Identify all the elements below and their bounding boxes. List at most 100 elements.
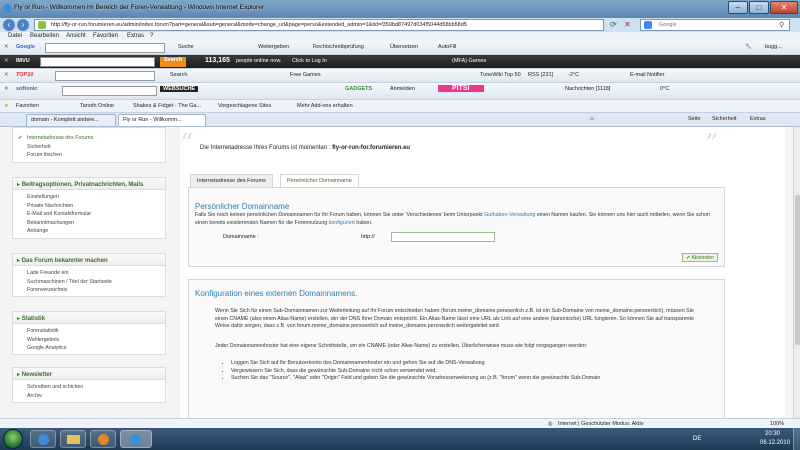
sidebar-item-google-analytics[interactable]: Google Analytics: [13, 344, 165, 353]
home-icon[interactable]: ⌂: [590, 116, 594, 122]
sidebar-item-forum-loeschen[interactable]: Forum löschen: [13, 151, 165, 160]
menu-favoriten[interactable]: Favoriten: [93, 33, 118, 39]
imvu-search-button[interactable]: Search: [160, 57, 187, 67]
top10-search-button[interactable]: Search: [170, 72, 187, 78]
forward-button[interactable]: ›: [17, 19, 29, 31]
maximize-button[interactable]: □: [749, 1, 769, 14]
sidebar-item-forenverzeichnis[interactable]: Forenverzeichnis: [13, 286, 165, 295]
imvu-toolbar: ✕ IMVU Search 113,165 people online now.…: [0, 55, 800, 69]
sidebar-item-bekanntmachungen[interactable]: Bekanntmachungen: [13, 219, 165, 228]
imvu-login-link[interactable]: Click to Log In: [292, 58, 327, 64]
softonic-anmelden[interactable]: Anmelden: [390, 86, 415, 92]
imvu-search-input[interactable]: [40, 57, 155, 67]
zoom-level[interactable]: 100%: [770, 421, 784, 427]
top10-toolbar: ✕ TOP10 Search Free Games TuneWiki Top 5…: [0, 69, 800, 83]
show-desktop-button[interactable]: [793, 428, 800, 450]
minimize-button[interactable]: –: [728, 1, 748, 14]
taskbar-media[interactable]: [90, 430, 116, 448]
search-icon[interactable]: ⚲: [779, 21, 784, 29]
softonic-websuche-button[interactable]: WEBSUCHE: [160, 86, 199, 92]
sidebar-item-private-nachrichten[interactable]: Private Nachrichten: [13, 202, 165, 211]
fav-tanoth[interactable]: Tanoth Online: [80, 103, 114, 109]
google-spellcheck-button[interactable]: Rechtschreibprüfung: [313, 44, 364, 50]
address-input[interactable]: http://fly-or-run.forumieren.eu/admin/in…: [34, 19, 604, 31]
google-share-button[interactable]: Weitergeben: [258, 44, 289, 50]
top10-free-games[interactable]: Free Games: [290, 72, 321, 78]
google-user[interactable]: bugg...: [765, 44, 782, 50]
google-icon: [644, 21, 652, 29]
top10-search-input[interactable]: [55, 71, 155, 81]
tools-menu[interactable]: Extras: [750, 116, 766, 122]
guthaben-link[interactable]: Guthaben-Verwaltung: [484, 212, 535, 218]
wrench-icon[interactable]: 🔧: [745, 44, 752, 50]
tray-lang[interactable]: DE: [693, 436, 701, 442]
sidebar-section-beitragsoptionen: ▸ Beitragsoptionen, Privatnachrichten, M…: [12, 177, 166, 239]
window-title: Fly or Run - Willkommen im Bereich der F…: [14, 4, 264, 11]
taskbar-explorer[interactable]: [60, 430, 86, 448]
absenden-button[interactable]: ✔ Absenden: [682, 253, 718, 262]
menu-datei[interactable]: Datei: [8, 33, 22, 39]
softonic-search-input[interactable]: [62, 86, 157, 96]
sidebar-item-einstellungen[interactable]: Einstellungen: [13, 193, 165, 202]
window-titlebar[interactable]: Fly or Run - Willkommen im Bereich der F…: [0, 0, 800, 18]
stop-icon[interactable]: ✕: [624, 20, 631, 29]
refresh-icon[interactable]: ⟳: [610, 20, 617, 29]
domain-text-3: haben.: [356, 219, 373, 226]
security-menu[interactable]: Sicherheit: [712, 116, 736, 122]
menu-help[interactable]: ?: [150, 33, 153, 39]
top10-rss[interactable]: RSS [231]: [528, 72, 553, 78]
sidebar-item-internetadresse[interactable]: ✔ Internetadresse des Forums: [13, 134, 165, 143]
top10-tunewiki[interactable]: TuneWiki Top 50: [480, 72, 521, 78]
close-icon[interactable]: ✕: [4, 58, 9, 64]
sidebar-item-anhaenge[interactable]: Anhänge: [13, 227, 165, 236]
tab-fly-or-run[interactable]: Fly or Run - Willkomm...: [118, 114, 206, 126]
sidebar-item-schreiben[interactable]: Schreiben und schicken: [13, 383, 165, 392]
google-search-input[interactable]: [45, 43, 165, 53]
sidebar-item-wahlergebnis[interactable]: Wahlergebnis: [13, 336, 165, 345]
close-button[interactable]: ✕: [770, 1, 798, 14]
favorites-button[interactable]: Favoriten: [16, 103, 39, 109]
fav-addons[interactable]: Mehr Add-ons erhalten: [297, 103, 353, 109]
taskbar-ie-active[interactable]: [120, 430, 152, 448]
tab-domain[interactable]: domain - Komplett andere...: [26, 114, 116, 126]
close-icon[interactable]: ✕: [4, 72, 9, 78]
sidebar-item-archiv[interactable]: Archiv: [13, 392, 165, 401]
konfiguriert-link[interactable]: konfiguriert: [329, 220, 355, 226]
scrollbar-thumb[interactable]: [795, 195, 800, 345]
subtab-persoenlich[interactable]: Persönlicher Domainname: [280, 174, 359, 187]
google-translate-button[interactable]: Übersetzen: [390, 44, 418, 50]
arrow-icon: ▸: [17, 372, 21, 378]
favorites-bar: ★ Favoriten Tanoth Online Shakes & Fidge…: [0, 100, 800, 113]
sidebar-item-email-kontakt[interactable]: E-Mail und Kontaktformular: [13, 210, 165, 219]
fav-suggested-sites[interactable]: Vorgeschlagene Sites: [218, 103, 271, 109]
taskbar-ie-pinned[interactable]: [30, 430, 56, 448]
imvu-games[interactable]: (MFA) Games: [452, 58, 486, 64]
sidebar-item-sicherheit[interactable]: Sicherheit: [13, 143, 165, 152]
start-button[interactable]: [3, 429, 23, 449]
sidebar-item-lade-freunde[interactable]: Lade Freunde ein: [13, 269, 165, 278]
softonic-nachrichten[interactable]: Nachrichten [1118]: [565, 86, 610, 92]
page-scrollbar[interactable]: [793, 127, 800, 428]
close-icon[interactable]: ✕: [4, 86, 9, 92]
menu-extras[interactable]: Extras: [127, 33, 144, 39]
top10-email-notifier[interactable]: E-mail Notifier: [630, 72, 665, 78]
subtab-internetadresse[interactable]: Internetadresse des Forums: [190, 174, 273, 187]
close-icon[interactable]: ✕: [4, 44, 9, 50]
google-autofill-button[interactable]: AutoFill: [438, 44, 456, 50]
search-input[interactable]: Google ⚲: [640, 19, 790, 31]
softonic-gadgets[interactable]: GADGETS: [345, 86, 372, 92]
menu-bearbeiten[interactable]: Bearbeiten: [30, 33, 59, 39]
tray-date[interactable]: 06.12.2010: [760, 440, 790, 446]
tray-time[interactable]: 20:30: [765, 431, 780, 437]
domain-input[interactable]: [391, 232, 495, 242]
star-icon[interactable]: ★: [4, 103, 9, 109]
menu-ansicht[interactable]: Ansicht: [66, 33, 86, 39]
google-search-button[interactable]: Suche: [178, 44, 194, 50]
fav-shakes[interactable]: Shakes & Fidget - The Ga...: [133, 103, 201, 109]
sidebar-item-suchmaschinen[interactable]: Suchmaschinen / Titel der Startseite: [13, 278, 165, 287]
config-panel: Konfiguration eines externen Domainnamen…: [188, 279, 725, 428]
back-button[interactable]: ‹: [3, 19, 15, 31]
sidebar-item-forenstatistik[interactable]: Forenstatistik: [13, 327, 165, 336]
softonic-pitsi[interactable]: PITSI: [438, 85, 484, 92]
page-menu[interactable]: Seite: [688, 116, 701, 122]
